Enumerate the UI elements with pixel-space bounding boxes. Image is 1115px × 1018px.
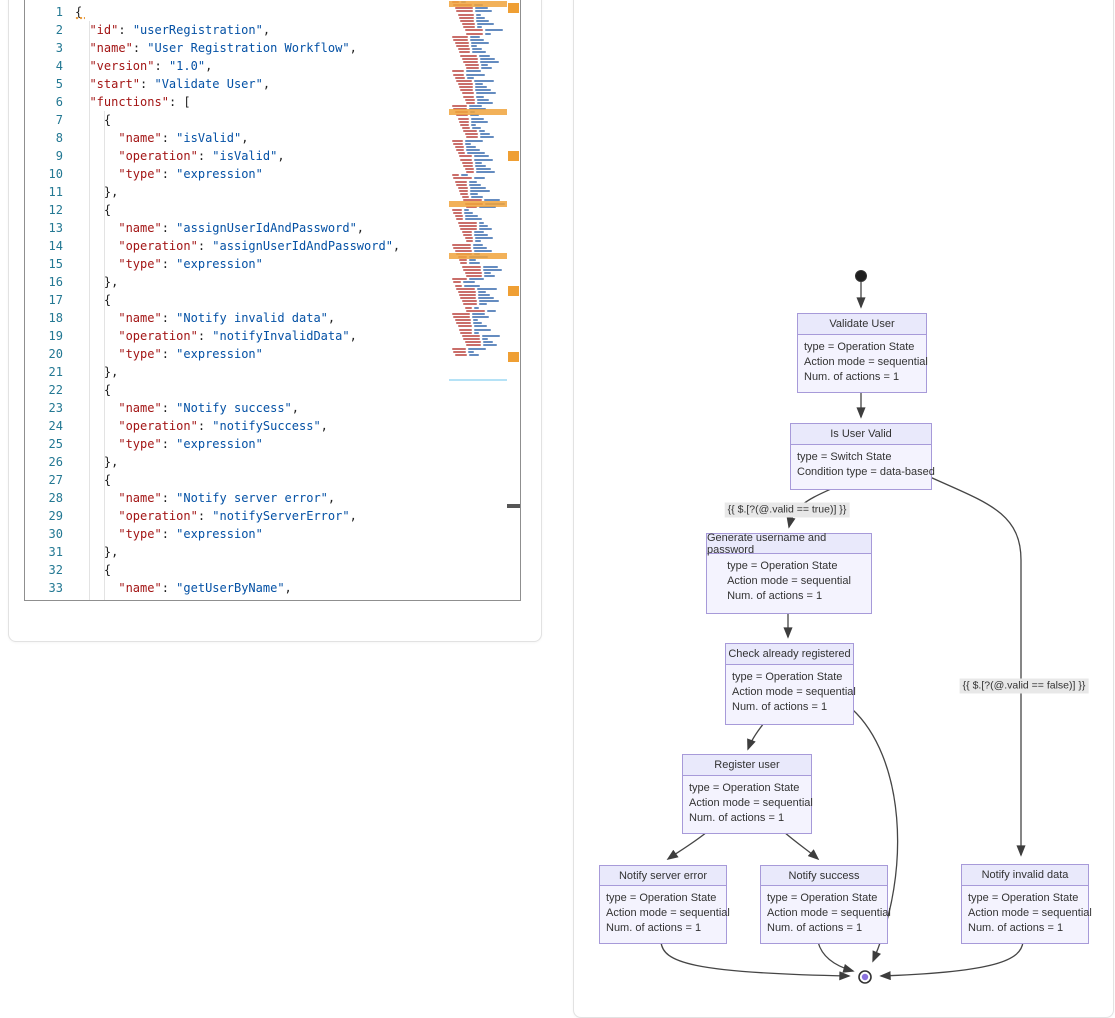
state-node-properties: type = Operation StateAction mode = sequ… [798,340,934,385]
state-node-properties: type = Operation StateAction mode = sequ… [726,670,862,715]
state-node-register-user: Register usertype = Operation StateActio… [682,754,812,834]
state-node-properties: type = Operation StateAction mode = sequ… [600,891,736,936]
state-node-title: Notify success [761,866,887,886]
edge-register-to-servererror [668,832,707,859]
state-node-check-already-registered: Check already registeredtype = Operation… [725,643,854,725]
edge-register-to-success [784,832,818,859]
workflow-diagram-canvas[interactable]: Validate User type = Operation StateActio… [0,0,1115,992]
state-node-properties: type = Switch StateCondition type = data… [791,450,941,480]
state-node-title: Notify server error [600,866,726,886]
end-node-inner-dot [862,974,868,980]
edge-label-valid-true: {{ $.[?(@.valid == true)] }} [725,503,850,518]
edge-invaliddata-to-end [881,942,1023,976]
start-node [856,271,867,282]
state-node-properties: type = Operation StateAction mode = sequ… [962,891,1098,936]
state-node-notify-success: Notify successtype = Operation StateActi… [760,865,888,944]
state-node-properties: type = Operation StateAction mode = sequ… [761,891,897,936]
state-node-properties: type = Operation StateAction mode = sequ… [721,559,857,604]
state-node-title: Generate username and password [707,534,871,554]
state-node-title: Validate User [798,314,926,335]
edge-servererror-to-end [661,942,849,976]
state-node-validate-user: Validate Usertype = Operation StateActio… [797,313,927,393]
state-node-generate-username-and-password: Generate username and password type = Ope… [706,533,872,614]
edge-success-to-end [818,942,853,971]
state-node-title: Is User Valid [791,424,931,445]
state-node-title: Register user [683,755,811,776]
state-node-notify-server-error: Notify server errortype = Operation Stat… [599,865,727,944]
state-node-notify-invalid-data: Notify invalid datatype = Operation Stat… [961,864,1089,944]
state-node-title: Check already registered [726,644,853,665]
edge-check-to-register [748,723,764,749]
state-node-properties: type = Operation StateAction mode = sequ… [683,781,819,826]
diagram-edges [0,0,1115,992]
edge-isvalid-false-to-invaliddata [930,477,1021,855]
state-node-is-user-valid: Is User Validtype = Switch StateConditio… [790,423,932,490]
edge-label-valid-false: {{ $.[?(@.valid == false)] }} [960,679,1089,694]
state-node-title: Notify invalid data [962,865,1088,886]
